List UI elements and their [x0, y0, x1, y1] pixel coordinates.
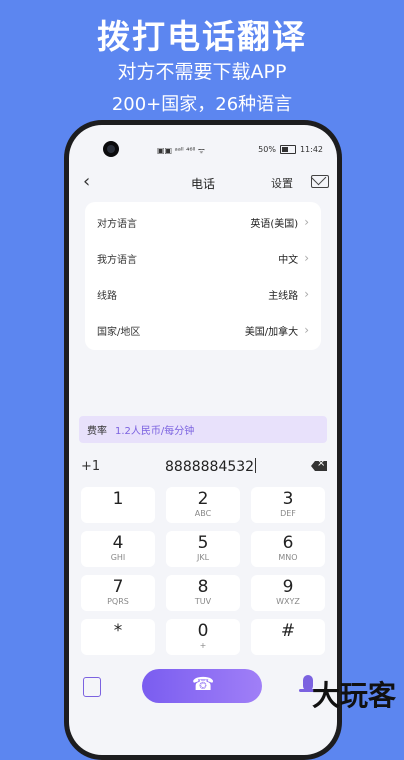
- status-time: 11:42: [299, 145, 323, 154]
- row-value: 英语(美国): [250, 218, 299, 230]
- key-digit: 5: [197, 533, 209, 553]
- chevron-right-icon: ›: [304, 215, 309, 229]
- row-remote-language[interactable]: 对方语言 英语(美国) ›: [97, 204, 309, 240]
- chevron-right-icon: ›: [304, 287, 309, 301]
- key-letters: WXYZ: [276, 597, 300, 606]
- camera-icon: [103, 141, 119, 157]
- status-right: 50% 11:42: [258, 145, 323, 154]
- row-label: 国家/地区: [97, 326, 141, 338]
- key-digit: 7: [112, 577, 124, 597]
- key-digit: 1: [112, 489, 124, 509]
- battery-percent: 50%: [258, 145, 276, 154]
- phone-screen: ▣▣ ᵃᵃˡˡ ⁴⁶ˡˡ ᯤ 50% 11:42 ‹ 电话 设置 对方语言 英语…: [69, 125, 337, 755]
- key-7[interactable]: 7 PQRS: [81, 575, 155, 611]
- key-1[interactable]: 1: [81, 487, 155, 523]
- key-letters: TUV: [194, 597, 212, 606]
- key-digit: 3: [282, 489, 294, 509]
- row-line[interactable]: 线路 主线路 ›: [97, 276, 309, 312]
- key-3[interactable]: 3 DEF: [251, 487, 325, 523]
- key-2[interactable]: 2 ABC: [166, 487, 240, 523]
- row-country[interactable]: 国家/地区 美国/加拿大 ›: [97, 312, 309, 348]
- dialed-number: 8888884532: [165, 459, 255, 475]
- key-digit: 9: [282, 577, 294, 597]
- promo-headline: 拨打电话翻译: [97, 17, 307, 56]
- call-button[interactable]: [142, 669, 262, 703]
- backspace-icon[interactable]: [311, 461, 327, 471]
- key-hash[interactable]: #: [251, 619, 325, 655]
- rate-label: 费率: [87, 426, 107, 437]
- phone-frame: ▣▣ ᵃᵃˡˡ ⁴⁶ˡˡ ᯤ 50% 11:42 ‹ 电话 设置 对方语言 英语…: [64, 120, 342, 760]
- bottom-bar: [69, 665, 337, 709]
- row-local-language[interactable]: 我方语言 中文 ›: [97, 240, 309, 276]
- text-caret: [255, 458, 257, 473]
- row-value: 美国/加拿大: [244, 326, 299, 338]
- rate-banner: 费率 1.2人民币/每分钟: [79, 416, 327, 443]
- row-label: 对方语言: [97, 218, 137, 230]
- key-0[interactable]: 0 +: [166, 619, 240, 655]
- status-icons: ▣▣ ᵃᵃˡˡ ⁴⁶ˡˡ ᯤ: [157, 146, 206, 155]
- mail-icon[interactable]: [311, 175, 329, 188]
- key-letters: JKL: [196, 553, 210, 562]
- key-6[interactable]: 6 MNO: [251, 531, 325, 567]
- key-digit: #: [280, 621, 296, 641]
- watermark-logo: 大玩客: [311, 679, 396, 712]
- dialed-number-input[interactable]: 8888884532: [165, 458, 257, 475]
- key-star[interactable]: *: [81, 619, 155, 655]
- key-9[interactable]: 9 WXYZ: [251, 575, 325, 611]
- chevron-right-icon: ›: [304, 323, 309, 337]
- key-letters: ABC: [194, 509, 212, 518]
- nav-bar: ‹ 电话 设置: [69, 167, 337, 197]
- row-value: 主线路: [268, 290, 299, 302]
- promo-line-1: 对方不需要下载APP: [117, 61, 287, 83]
- row-label: 我方语言: [97, 254, 137, 266]
- call-log-icon[interactable]: [83, 677, 101, 697]
- row-label: 线路: [97, 290, 117, 302]
- key-8[interactable]: 8 TUV: [166, 575, 240, 611]
- chevron-right-icon: ›: [304, 251, 309, 265]
- page-title: 电话: [190, 177, 215, 191]
- rate-value: 1.2人民币/每分钟: [115, 426, 195, 437]
- key-letters: PQRS: [107, 597, 129, 606]
- settings-card: 对方语言 英语(美国) › 我方语言 中文 › 线路 主线路 › 国家/地区 美…: [85, 202, 321, 350]
- battery-icon: [279, 145, 296, 154]
- key-digit: 6: [282, 533, 294, 553]
- settings-link[interactable]: 设置: [271, 175, 293, 191]
- key-digit: 4: [112, 533, 124, 553]
- country-code[interactable]: +1: [81, 459, 100, 474]
- key-digit: 0: [197, 621, 209, 641]
- key-letters: GHI: [110, 553, 126, 562]
- key-digit: 2: [197, 489, 209, 509]
- promo-line-2: 200+国家，26种语言: [111, 94, 293, 115]
- key-5[interactable]: 5 JKL: [166, 531, 240, 567]
- key-4[interactable]: 4 GHI: [81, 531, 155, 567]
- key-letters: MNO: [278, 553, 298, 562]
- key-digit: 8: [197, 577, 209, 597]
- key-letters: +: [199, 641, 207, 650]
- key-digit: *: [113, 621, 123, 641]
- dial-input-line: +1 8888884532: [69, 455, 337, 479]
- key-letters: DEF: [280, 509, 296, 518]
- row-value: 中文: [278, 254, 299, 266]
